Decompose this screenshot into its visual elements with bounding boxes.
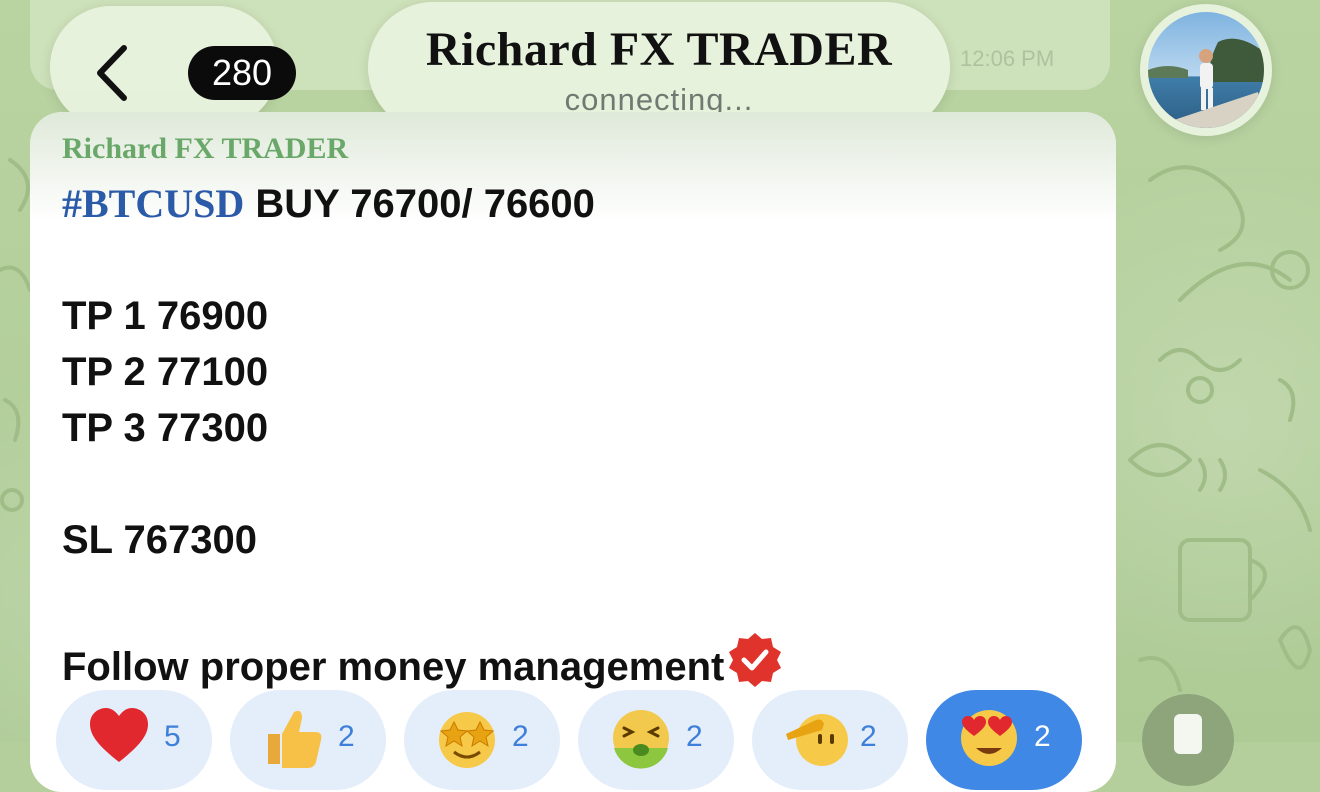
message-sender[interactable]: Richard FX TRADER [62,132,348,166]
thumbs-up-icon [268,710,322,768]
saluting-face-icon [786,714,848,766]
heart-eyes-icon [961,710,1017,766]
back-button[interactable]: 280 [50,6,296,128]
verified-check-icon [729,633,782,687]
reaction-heart[interactable]: 5 [56,690,212,790]
scroll-down-button[interactable] [1142,694,1234,786]
reaction-count: 2 [860,720,877,753]
reaction-count: 5 [164,720,181,753]
scroll-icon [1174,714,1202,754]
reaction-nauseated[interactable]: 2 [578,690,734,790]
unread-count-badge: 280 [188,46,296,100]
reaction-thumbs-up[interactable]: 2 [230,690,386,790]
reaction-count: 2 [686,720,703,753]
signal-text: BUY 76700/ 76600 [255,182,595,226]
previous-message-time: 12:06 PM [960,46,1055,71]
reaction-star-struck[interactable]: 2 [404,690,560,790]
nauseated-face-icon [613,710,669,769]
avatar-photo [1148,12,1264,128]
reaction-count: 2 [338,720,355,753]
take-profit-2: TP 2 77100 [62,350,269,394]
take-profit-1: TP 1 76900 [62,294,269,338]
message-footer: Follow proper money management [62,630,784,690]
reaction-saluting[interactable]: 2 [752,690,908,790]
reaction-heart-eyes[interactable]: 2 [926,690,1082,790]
channel-avatar-button[interactable] [1140,4,1272,136]
reaction-count: 2 [512,720,529,753]
chevron-left-icon [97,45,127,101]
red-heart-icon [90,708,148,762]
message-bubble[interactable]: Richard FX TRADER #BTCUSD BUY 76700/ 766… [30,112,1116,792]
take-profit-3: TP 3 77300 [62,406,269,450]
footer-text: Follow proper money management [62,645,725,689]
reaction-count: 2 [1034,720,1051,753]
hashtag-link[interactable]: #BTCUSD [62,181,244,226]
signal-line: #BTCUSD BUY 76700/ 76600 [62,180,595,227]
star-struck-icon [439,712,495,768]
stop-loss: SL 767300 [62,518,257,562]
chat-title: Richard FX TRADER [425,23,893,76]
avatar [1148,12,1264,128]
